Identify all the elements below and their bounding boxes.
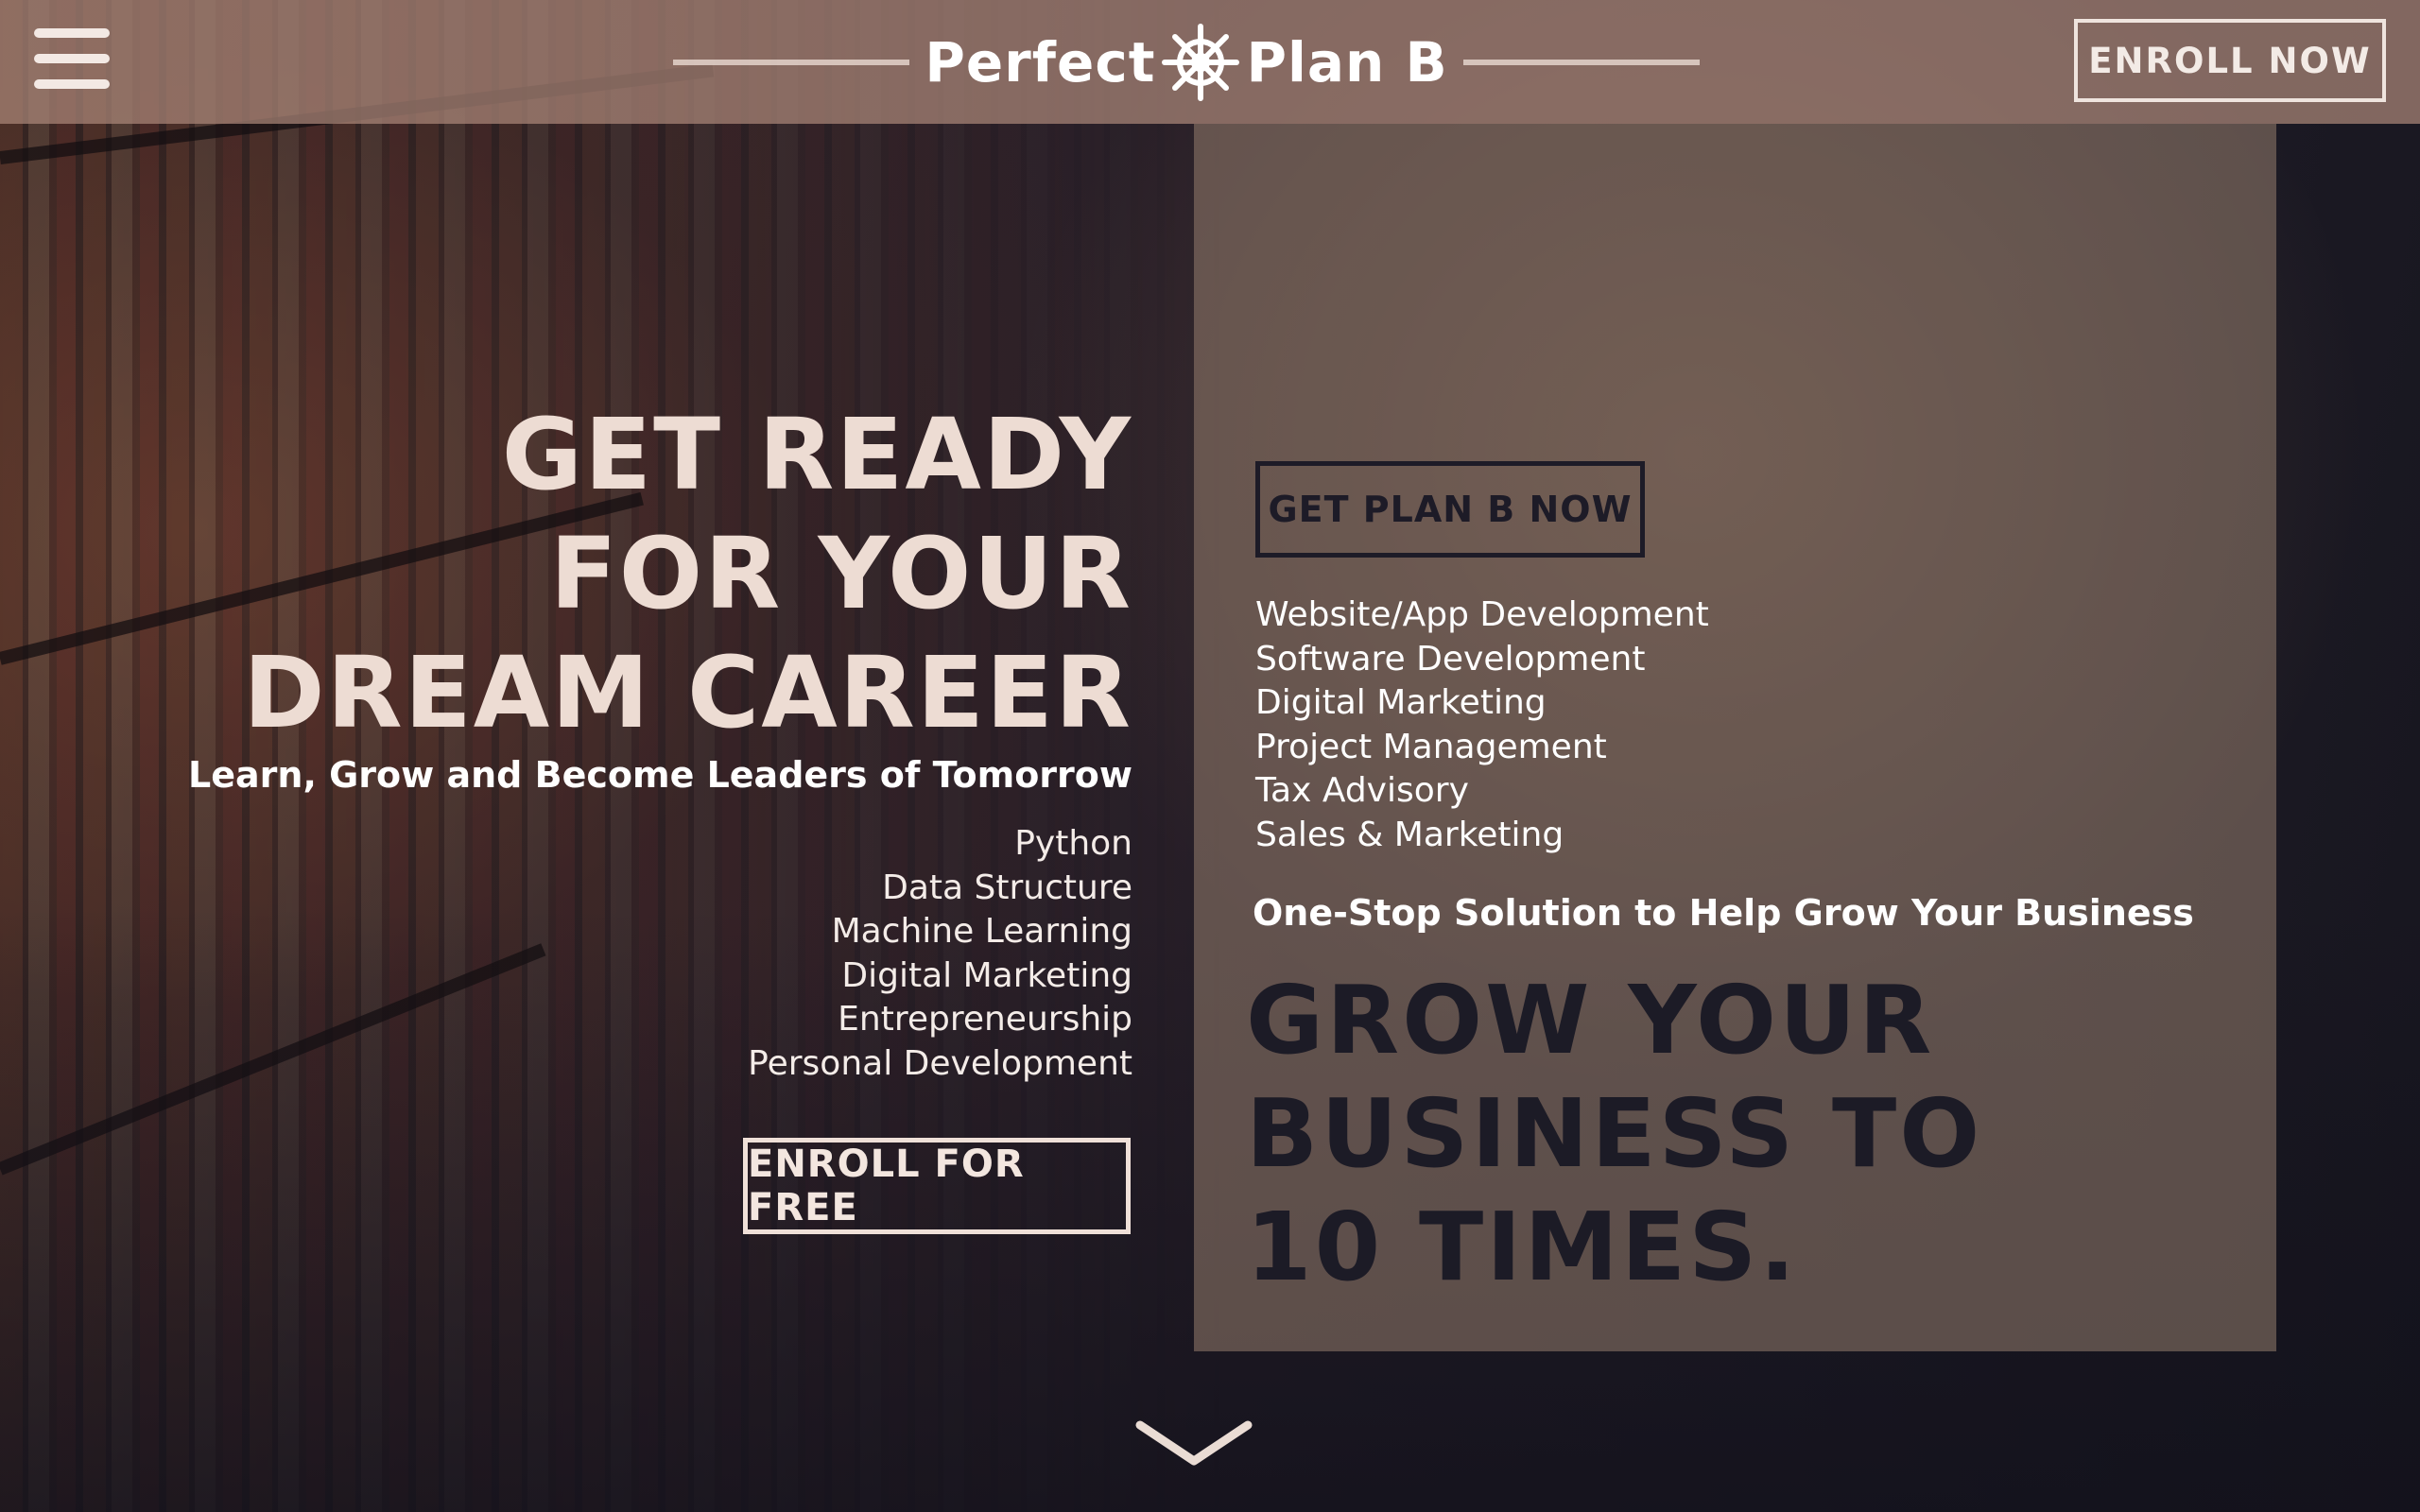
business-title-line: 10 TIMES. — [1246, 1192, 1799, 1302]
business-tagline: One-Stop Solution to Help Grow Your Busi… — [1253, 892, 2194, 934]
course-item: Data Structure — [882, 868, 1132, 907]
course-item: Digital Marketing — [841, 955, 1132, 995]
hero-title-line: DREAM CAREER — [243, 635, 1132, 750]
logo-text: Perfect Plan B — [925, 23, 1447, 102]
service-item: Software Development — [1255, 639, 1646, 679]
service-item: Digital Marketing — [1255, 683, 1547, 722]
course-list: Python Data Structure Machine Learning D… — [471, 822, 1132, 1086]
course-item: Python — [1014, 824, 1132, 863]
get-plan-b-now-button[interactable]: GET PLAN B NOW — [1255, 461, 1645, 558]
service-list: Website/App Development Software Develop… — [1255, 593, 2106, 857]
course-item: Personal Development — [748, 1043, 1132, 1083]
logo-name-left: Perfect — [925, 30, 1156, 94]
hero-title-line: FOR YOUR — [549, 516, 1132, 631]
ship-wheel-icon — [1162, 24, 1240, 101]
logo-name-right: Plan B — [1246, 30, 1448, 94]
service-item: Project Management — [1255, 727, 1607, 766]
service-item: Tax Advisory — [1255, 771, 1469, 810]
chevron-down-icon[interactable] — [1134, 1418, 1253, 1469]
business-title: GROW YOUR BUSINESS TO 10 TIMES. — [1246, 964, 2248, 1304]
hero-title: GET READY FOR YOUR DREAM CAREER — [187, 395, 1132, 752]
logo-rule-right — [1462, 60, 1700, 65]
business-title-line: GROW YOUR — [1246, 965, 1935, 1075]
hamburger-menu-icon[interactable] — [34, 28, 110, 91]
top-navigation-bar: Perfect Plan B ENROLL NOW — [0, 0, 2420, 124]
service-item: Website/App Development — [1255, 595, 1709, 634]
course-item: Entrepreneurship — [838, 1000, 1132, 1039]
business-title-line: BUSINESS TO — [1246, 1078, 1983, 1189]
service-item: Sales & Marketing — [1255, 815, 1564, 854]
enroll-for-free-button[interactable]: ENROLL FOR FREE — [743, 1138, 1131, 1234]
hero-tagline: Learn, Grow and Become Leaders of Tomorr… — [188, 754, 1132, 796]
logo-rule-left — [673, 60, 910, 65]
course-item: Machine Learning — [831, 912, 1132, 951]
brand-logo[interactable]: Perfect Plan B — [673, 19, 1700, 106]
hero-title-line: GET READY — [501, 397, 1132, 512]
enroll-now-button[interactable]: ENROLL NOW — [2074, 19, 2386, 102]
